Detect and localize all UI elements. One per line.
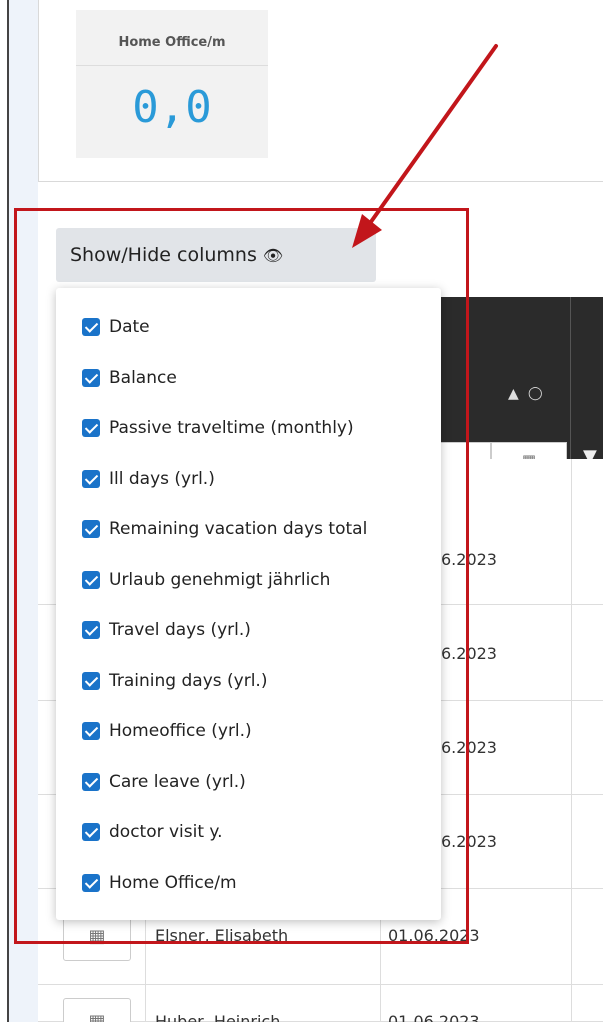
checkbox[interactable] xyxy=(82,571,100,589)
side-band xyxy=(9,0,38,1022)
show-hide-columns-button[interactable]: Show/Hide columns 👁︎ xyxy=(56,228,376,282)
checkbox[interactable] xyxy=(82,621,100,639)
table-header-divider xyxy=(570,297,571,459)
checkbox[interactable] xyxy=(82,773,100,791)
date-cell: 6.2023 xyxy=(441,832,497,851)
column-toggle-label: Care leave (yrl.) xyxy=(109,772,246,792)
checkbox[interactable] xyxy=(82,470,100,488)
calendar-icon: ▦ xyxy=(88,926,106,947)
column-toggle-homeoffice[interactable]: Homeoffice (yrl.) xyxy=(82,716,252,746)
columns-dropdown: Date Balance Passive traveltime (monthly… xyxy=(56,288,441,920)
column-toggle-training-days[interactable]: Training days (yrl.) xyxy=(82,666,267,696)
column-toggle-date[interactable]: Date xyxy=(82,312,150,342)
column-toggle-care-leave[interactable]: Care leave (yrl.) xyxy=(82,767,246,797)
eye-slash-icon[interactable]: ◯ xyxy=(528,386,543,401)
column-toggle-doctor-visit[interactable]: doctor visit y. xyxy=(82,817,222,847)
table-header xyxy=(433,297,603,459)
eye-icon: 👁︎ xyxy=(262,246,284,265)
employee-name[interactable]: Elsner, Elisabeth xyxy=(155,926,288,945)
checkbox[interactable] xyxy=(82,672,100,690)
date-cell: 6.2023 xyxy=(441,550,497,569)
column-separator xyxy=(571,459,572,1022)
column-toggle-label: Home Office/m xyxy=(109,873,237,893)
column-toggle-ill-days[interactable]: Ill days (yrl.) xyxy=(82,464,215,494)
checkbox[interactable] xyxy=(82,369,100,387)
column-toggle-label: Training days (yrl.) xyxy=(109,671,268,691)
checkbox[interactable] xyxy=(82,419,100,437)
checkbox[interactable] xyxy=(82,318,100,336)
employee-name[interactable]: Huber, Heinrich xyxy=(155,1012,280,1022)
kpi-card-home-office: Home Office/m 0,0 xyxy=(76,10,268,158)
date-cell: 6.2023 xyxy=(441,738,497,757)
kpi-title: Home Office/m xyxy=(76,20,268,66)
calendar-icon: ▦ xyxy=(88,1011,106,1022)
column-toggle-label: Travel days (yrl.) xyxy=(109,620,251,640)
column-toggle-label: Date xyxy=(109,317,150,337)
checkbox[interactable] xyxy=(82,722,100,740)
show-hide-label: Show/Hide columns xyxy=(70,244,257,266)
column-toggle-label: Remaining vacation days total xyxy=(109,519,368,539)
row-calendar-button[interactable]: ▦ xyxy=(63,998,131,1022)
column-toggle-label: doctor visit y. xyxy=(109,822,223,842)
checkbox[interactable] xyxy=(82,823,100,841)
column-toggle-passive-traveltime[interactable]: Passive traveltime (monthly) xyxy=(82,413,354,443)
kpi-value: 0,0 xyxy=(132,82,212,133)
date-cell: 01.06.2023 xyxy=(388,926,480,945)
date-cell: 6.2023 xyxy=(441,644,497,663)
column-toggle-balance[interactable]: Balance xyxy=(82,363,177,393)
checkbox[interactable] xyxy=(82,874,100,892)
sort-icon[interactable]: ▲︎ xyxy=(508,386,519,402)
column-toggle-label: Balance xyxy=(109,368,177,388)
date-cell: 01.06.2023 xyxy=(388,1012,480,1022)
checkbox[interactable] xyxy=(82,520,100,538)
column-toggle-label: Urlaub genehmigt jährlich xyxy=(109,570,331,590)
column-toggle-remaining-vacation[interactable]: Remaining vacation days total xyxy=(82,514,367,544)
left-border-line xyxy=(7,0,9,1022)
column-toggle-home-office-m[interactable]: Home Office/m xyxy=(82,868,237,898)
row-calendar-button[interactable]: ▦ xyxy=(63,913,131,961)
column-toggle-label: Passive traveltime (monthly) xyxy=(109,418,354,438)
column-toggle-travel-days[interactable]: Travel days (yrl.) xyxy=(82,615,251,645)
column-toggle-label: Homeoffice (yrl.) xyxy=(109,721,252,741)
column-toggle-label: Ill days (yrl.) xyxy=(109,469,215,489)
column-toggle-urlaub[interactable]: Urlaub genehmigt jährlich xyxy=(82,565,330,595)
